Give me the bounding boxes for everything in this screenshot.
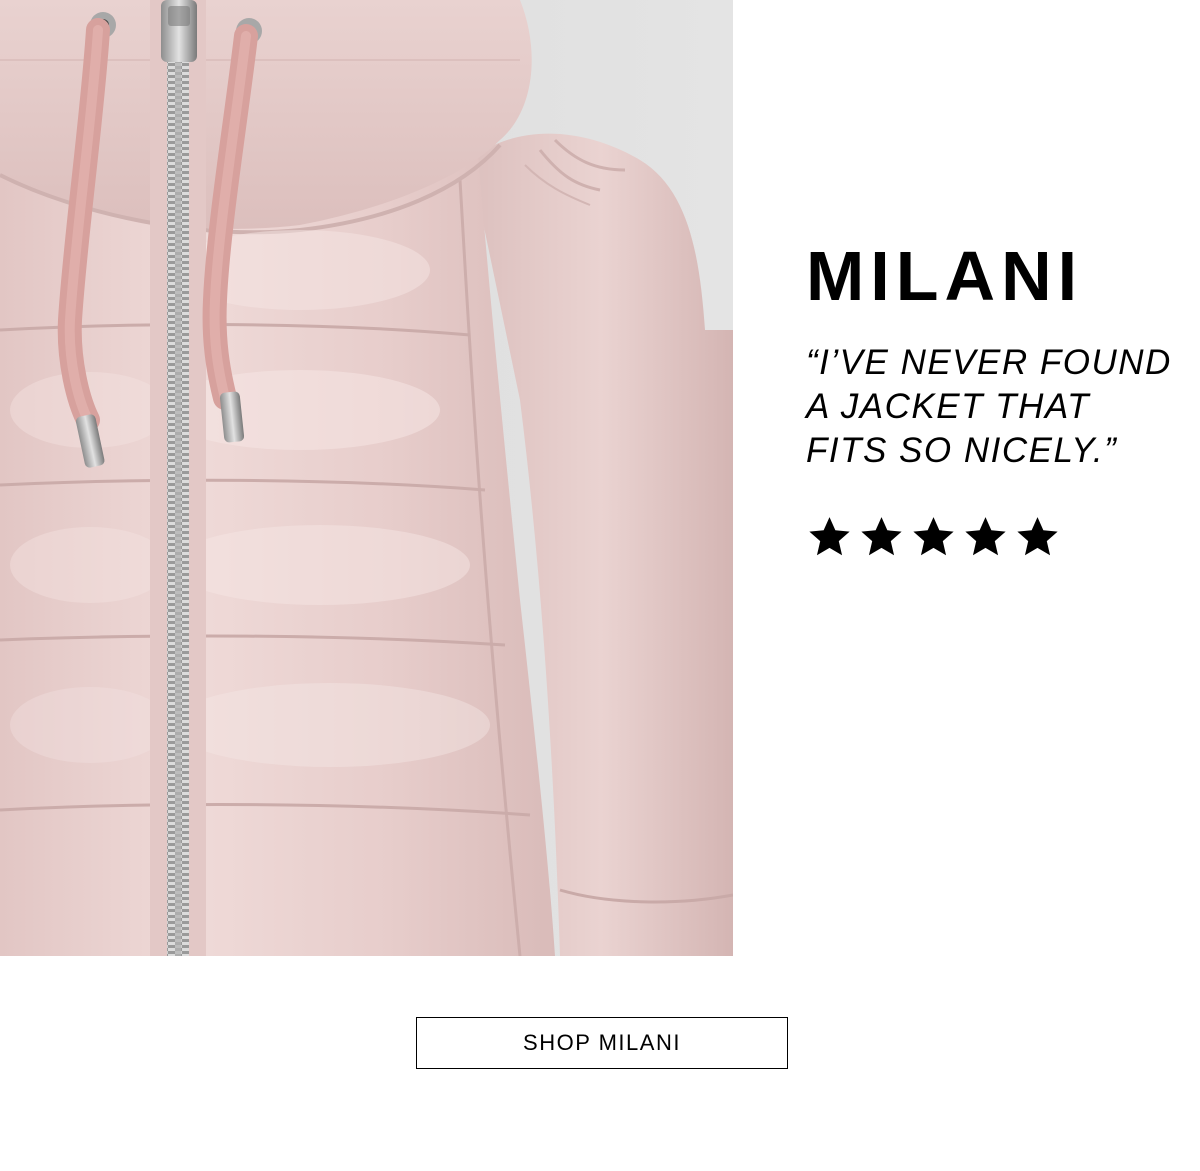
star-rating: [806, 514, 1061, 560]
star-icon: [1017, 517, 1058, 556]
shop-milani-button[interactable]: SHOP MILANI: [416, 1017, 788, 1069]
product-photo: [0, 0, 733, 956]
star-icon: [809, 517, 850, 556]
review-quote-line: “I’VE NEVER FOUND: [806, 343, 1172, 382]
star-icon: [861, 517, 902, 556]
star-icon: [913, 517, 954, 556]
review-quote: “I’VE NEVER FOUND A JACKET THAT FITS SO …: [806, 341, 1186, 473]
review-quote-line: FITS SO NICELY.”: [806, 431, 1118, 470]
product-title: MILANI: [806, 237, 1084, 315]
review-quote-line: A JACKET THAT: [806, 387, 1090, 426]
star-icon: [965, 517, 1006, 556]
